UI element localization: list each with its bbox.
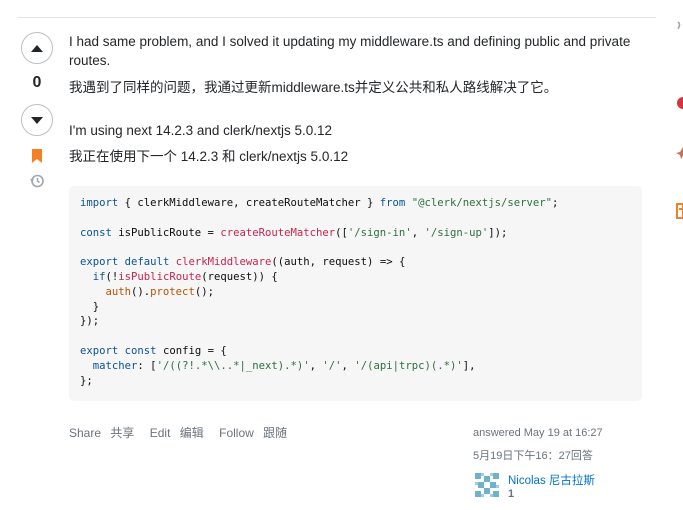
answered-time-zh: 5月19日下午16：27回答 <box>473 450 593 462</box>
paragraph-en-2: I'm using next 14.2.3 and clerk/nextjs 5… <box>69 123 332 138</box>
share-link[interactable]: Share 共享 <box>69 426 140 440</box>
code-line: if(!isPublicRoute(request)) { <box>92 270 278 283</box>
code-line: }; <box>80 374 93 387</box>
vote-count: 0 <box>32 74 42 91</box>
bookmark-icon <box>32 149 42 163</box>
code-line: auth().protect(); <box>105 285 214 298</box>
history-icon <box>30 174 44 188</box>
timeline-button[interactable] <box>29 173 45 194</box>
top-divider <box>18 17 656 18</box>
code-line: } <box>80 300 100 313</box>
partial-red-circle-icon <box>677 97 683 109</box>
answered-info: answered May 19 at 16:27 5月19日下午16：27回答 <box>473 427 653 463</box>
code-line: const isPublicRoute = createRouteMatcher… <box>80 226 508 239</box>
code-line: export const config = { <box>80 344 227 357</box>
paragraph-en-1: I had same problem, and I solved it upda… <box>69 34 631 68</box>
code-line: import { clerkMiddleware, createRouteMat… <box>80 197 559 209</box>
partial-orange-icon <box>676 203 683 219</box>
upvote-button[interactable] <box>21 32 53 64</box>
avatar[interactable] <box>473 471 501 499</box>
code-line: export default clerkMiddleware((auth, re… <box>80 256 406 269</box>
downvote-button[interactable] <box>21 104 53 136</box>
bookmark-button[interactable] <box>31 149 43 168</box>
user-name-link[interactable]: Nicolas 尼古拉斯 <box>508 472 595 488</box>
user-reputation: 1 <box>508 488 515 500</box>
follow-link[interactable]: Follow 跟随 <box>219 426 293 440</box>
partial-sidebar-icon <box>677 21 681 30</box>
edit-link[interactable]: Edit 编辑 <box>150 426 210 440</box>
paragraph-zh-1: 我遇到了同样的问题，我通过更新middleware.ts并定义公共和私人路线解决… <box>69 80 558 95</box>
partial-star-icon <box>676 147 683 159</box>
paragraph-zh-2: 我正在使用下一个 14.2.3 和 clerk/nextjs 5.0.12 <box>69 149 349 164</box>
post-actions: Share 共享 Edit 编辑 Follow 跟随 <box>69 424 299 441</box>
code-line: matcher: ['/((?!.*\\..*|_next).*)', '/',… <box>92 359 476 372</box>
code-block[interactable]: import { clerkMiddleware, createRouteMat… <box>69 186 642 401</box>
code-line: }); <box>80 315 100 328</box>
answered-time: answered May 19 at 16:27 <box>473 427 603 439</box>
arrow-down-icon <box>31 116 43 124</box>
arrow-up-icon <box>31 44 43 52</box>
